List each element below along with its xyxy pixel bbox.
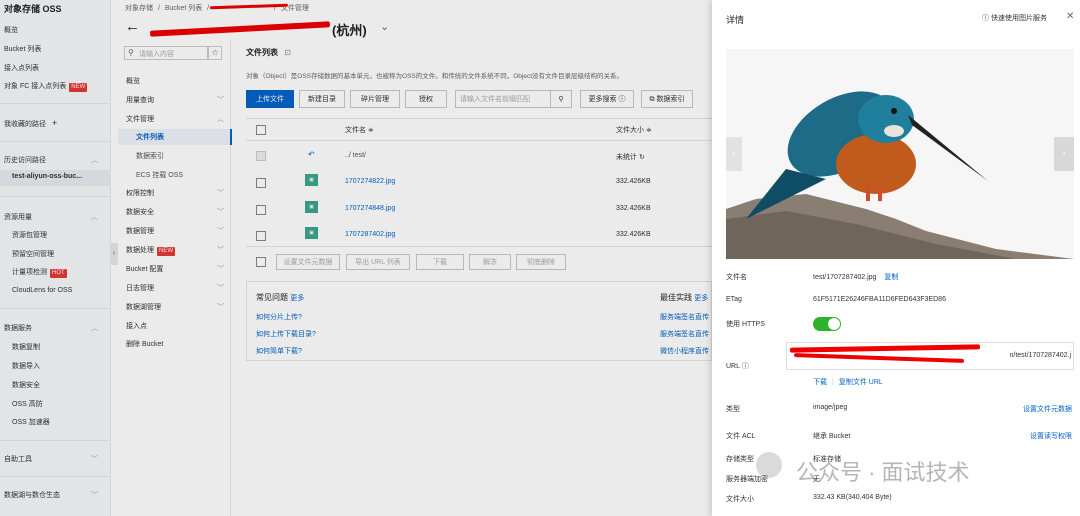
download-link[interactable]: 下载 <box>813 379 827 386</box>
etag-value: 61F5171E26246FBA11D6FED643F3ED86 <box>813 296 946 303</box>
type-value: image/jpeg <box>813 404 848 411</box>
close-icon[interactable]: ✕ <box>1066 11 1074 22</box>
etag-label: ETag <box>726 296 742 303</box>
panel-title: 详情 <box>726 15 745 25</box>
quick-link-label: 快速使用图片服务 <box>990 15 1047 22</box>
quick-image-service-link[interactable]: ⓘ 快速使用图片服务 <box>982 13 1047 23</box>
storage-label: 存储类型 <box>726 456 754 463</box>
size-label: 文件大小 <box>726 496 754 503</box>
set-acl-link[interactable]: 设置读写权限 <box>1030 431 1072 441</box>
url-value: n/test/1707287402.j <box>1009 352 1072 359</box>
filename-value: test/1707287402.jpg 复制 <box>813 272 898 282</box>
set-metadata-link[interactable]: 设置文件元数据 <box>1023 404 1072 414</box>
filename-text: test/1707287402.jpg <box>813 274 877 281</box>
modal-overlay[interactable] <box>0 0 712 516</box>
toggle-knob <box>828 318 840 330</box>
kingfisher-photo <box>726 49 1074 259</box>
url-actions: 下载 | 复制文件 URL <box>813 379 883 386</box>
https-label: 使用 HTTPS <box>726 321 765 328</box>
detail-panel: 详情 ⓘ 快速使用图片服务 ✕ ‹ › 文件名 test/1707287402.… <box>712 0 1080 516</box>
url-label-text: URL <box>726 363 740 370</box>
https-toggle[interactable] <box>813 317 841 331</box>
filename-label: 文件名 <box>726 274 747 281</box>
watermark-text: 公众号 · 面试技术 <box>796 460 970 485</box>
copy-filename-link[interactable]: 复制 <box>884 274 898 281</box>
acl-value: 继承 Bucket <box>813 433 851 440</box>
image-preview: ‹ › <box>726 49 1074 259</box>
copy-url-link[interactable]: 复制文件 URL <box>839 379 883 386</box>
acl-label: 文件 ACL <box>726 433 756 440</box>
type-label: 类型 <box>726 406 740 413</box>
help-icon: ⓘ <box>741 363 749 370</box>
next-image-button[interactable]: › <box>1054 137 1074 171</box>
prev-image-button[interactable]: ‹ <box>726 137 742 171</box>
wechat-icon <box>756 452 782 478</box>
size-value: 332.43 KB(340,404 Byte) <box>813 494 892 501</box>
url-label: URL ⓘ <box>726 361 749 371</box>
help-icon: ⓘ <box>982 15 989 22</box>
